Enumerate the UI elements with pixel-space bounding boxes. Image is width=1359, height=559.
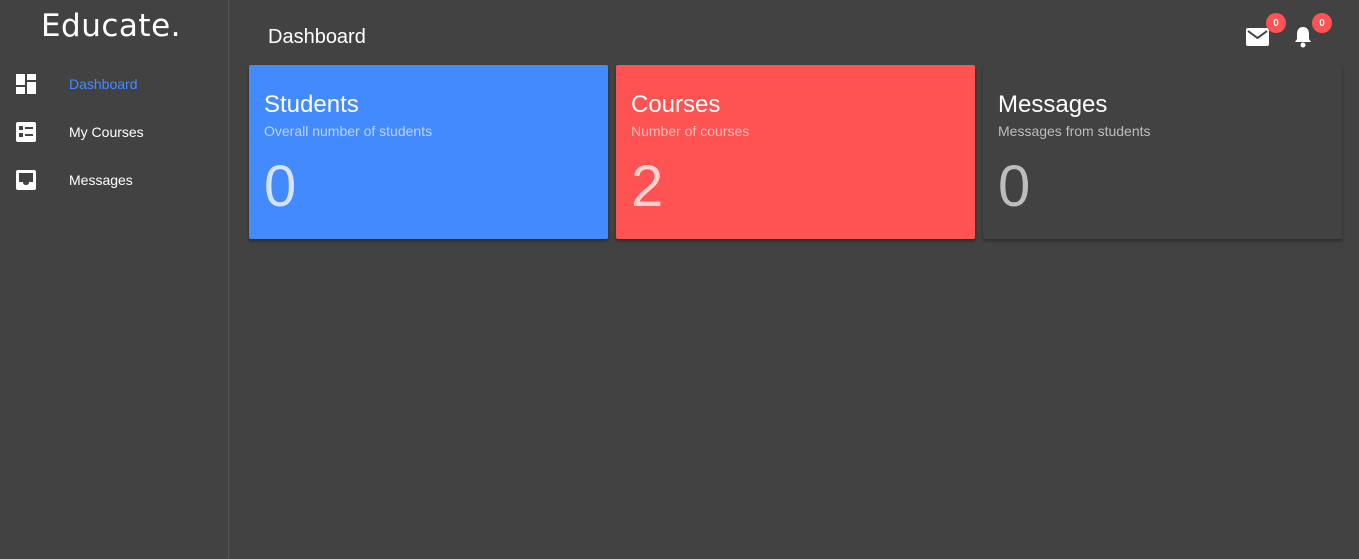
card-subtitle: Number of courses bbox=[631, 123, 750, 139]
messages-card[interactable]: Messages Messages from students 0 bbox=[983, 65, 1342, 239]
page-title: Dashboard bbox=[268, 26, 366, 48]
card-title: Messages bbox=[998, 91, 1108, 118]
brand-logo[interactable]: Educate. bbox=[0, 8, 222, 44]
notifications-button[interactable]: 0 bbox=[1293, 13, 1332, 48]
sidebar-item-label: Dashboard bbox=[69, 76, 138, 92]
card-title: Courses bbox=[631, 91, 721, 118]
card-value: 0 bbox=[264, 154, 297, 219]
sidebar-item-dashboard[interactable]: Dashboard bbox=[0, 64, 228, 104]
dashboard-icon bbox=[16, 74, 36, 94]
notifications-count-badge: 0 bbox=[1312, 13, 1332, 33]
sidebar-item-label: Messages bbox=[69, 172, 133, 188]
app-root: Educate. Dashboard My Courses Messages D… bbox=[0, 0, 1359, 559]
mail-count-badge: 0 bbox=[1266, 13, 1286, 33]
card-value: 2 bbox=[631, 154, 664, 219]
mail-button[interactable]: 0 bbox=[1246, 13, 1286, 48]
students-card[interactable]: Students Overall number of students 0 bbox=[249, 65, 608, 239]
sidebar: Educate. Dashboard My Courses Messages bbox=[0, 0, 229, 559]
sidebar-item-label: My Courses bbox=[69, 124, 144, 140]
card-value: 0 bbox=[998, 154, 1031, 219]
courses-card[interactable]: Courses Number of courses 2 bbox=[616, 65, 975, 239]
inbox-icon bbox=[16, 170, 36, 190]
card-title: Students bbox=[264, 91, 359, 118]
card-subtitle: Messages from students bbox=[998, 123, 1151, 139]
sidebar-item-my-courses[interactable]: My Courses bbox=[0, 112, 228, 152]
courses-list-icon bbox=[16, 122, 36, 142]
card-subtitle: Overall number of students bbox=[264, 123, 433, 139]
sidebar-item-messages[interactable]: Messages bbox=[0, 160, 228, 200]
